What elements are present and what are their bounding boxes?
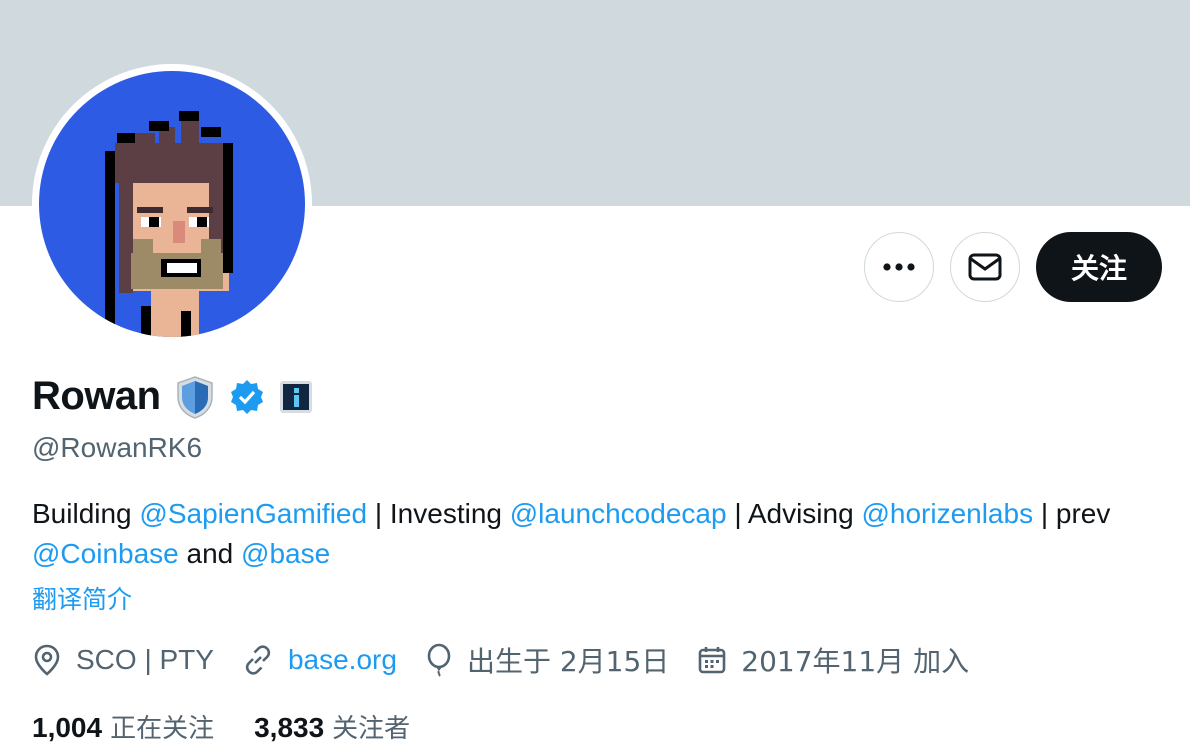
birthday-item: 出生于 2月15日 — [425, 640, 669, 680]
joined-item: 2017年11月 加入 — [697, 640, 969, 680]
mention-link[interactable]: @launchcodecap — [510, 498, 727, 529]
profile-actions: 关注 — [863, 232, 1162, 302]
translate-bio-link[interactable]: 翻译简介 — [32, 580, 132, 616]
profile-bio: Building @SapienGamified | Investing @la… — [32, 494, 1162, 574]
birthday-text: 出生于 2月15日 — [466, 645, 670, 678]
location-item: SCO | PTY — [32, 644, 214, 676]
mention-link[interactable]: @horizenlabs — [861, 498, 1033, 529]
balloon-icon — [427, 643, 451, 677]
location-text: SCO | PTY — [76, 644, 214, 675]
message-button[interactable] — [949, 232, 1020, 302]
bio-text: | prev — [1033, 498, 1111, 529]
profile-stats: 1,004 正在关注 3,833 关注者 — [32, 708, 450, 745]
avatar[interactable] — [32, 64, 312, 344]
bio-text: | Investing — [367, 498, 510, 529]
bio-text: and — [178, 538, 242, 569]
profile-meta: SCO | PTY base.org 出生于 2月15日 2017年11月 加入 — [32, 640, 997, 680]
message-icon — [968, 253, 1002, 281]
mention-link[interactable]: @SapienGamified — [139, 498, 367, 529]
following-label: 正在关注 — [110, 714, 215, 744]
shield-icon[interactable] — [175, 375, 215, 419]
website-link[interactable]: base.org — [288, 644, 397, 676]
location-icon — [34, 644, 60, 676]
bio-text: | Advising — [726, 498, 862, 529]
name-row: Rowan — [32, 374, 313, 419]
mention-link[interactable]: @base — [241, 538, 330, 569]
website-item: base.org — [242, 644, 397, 676]
more-button[interactable] — [863, 232, 934, 302]
followers-label: 关注者 — [332, 714, 411, 744]
joined-text: 2017年11月 加入 — [741, 645, 970, 678]
mention-link[interactable]: @Coinbase — [32, 538, 179, 569]
following-count: 1,004 — [32, 712, 103, 743]
verified-badge-icon[interactable] — [229, 379, 265, 415]
handle: @RowanRK6 — [32, 432, 203, 463]
link-icon — [245, 645, 271, 675]
affiliate-badge-icon[interactable] — [279, 380, 313, 414]
following-link[interactable]: 1,004 正在关注 — [32, 708, 214, 745]
follow-button[interactable]: 关注 — [1035, 232, 1162, 302]
calendar-icon — [698, 647, 726, 674]
followers-count: 3,833 — [254, 712, 325, 743]
followers-link[interactable]: 3,833 关注者 — [254, 708, 410, 745]
avatar-image — [39, 71, 305, 337]
bio-text: Building — [32, 498, 140, 529]
more-icon — [883, 263, 915, 271]
display-name: Rowan — [32, 374, 161, 418]
